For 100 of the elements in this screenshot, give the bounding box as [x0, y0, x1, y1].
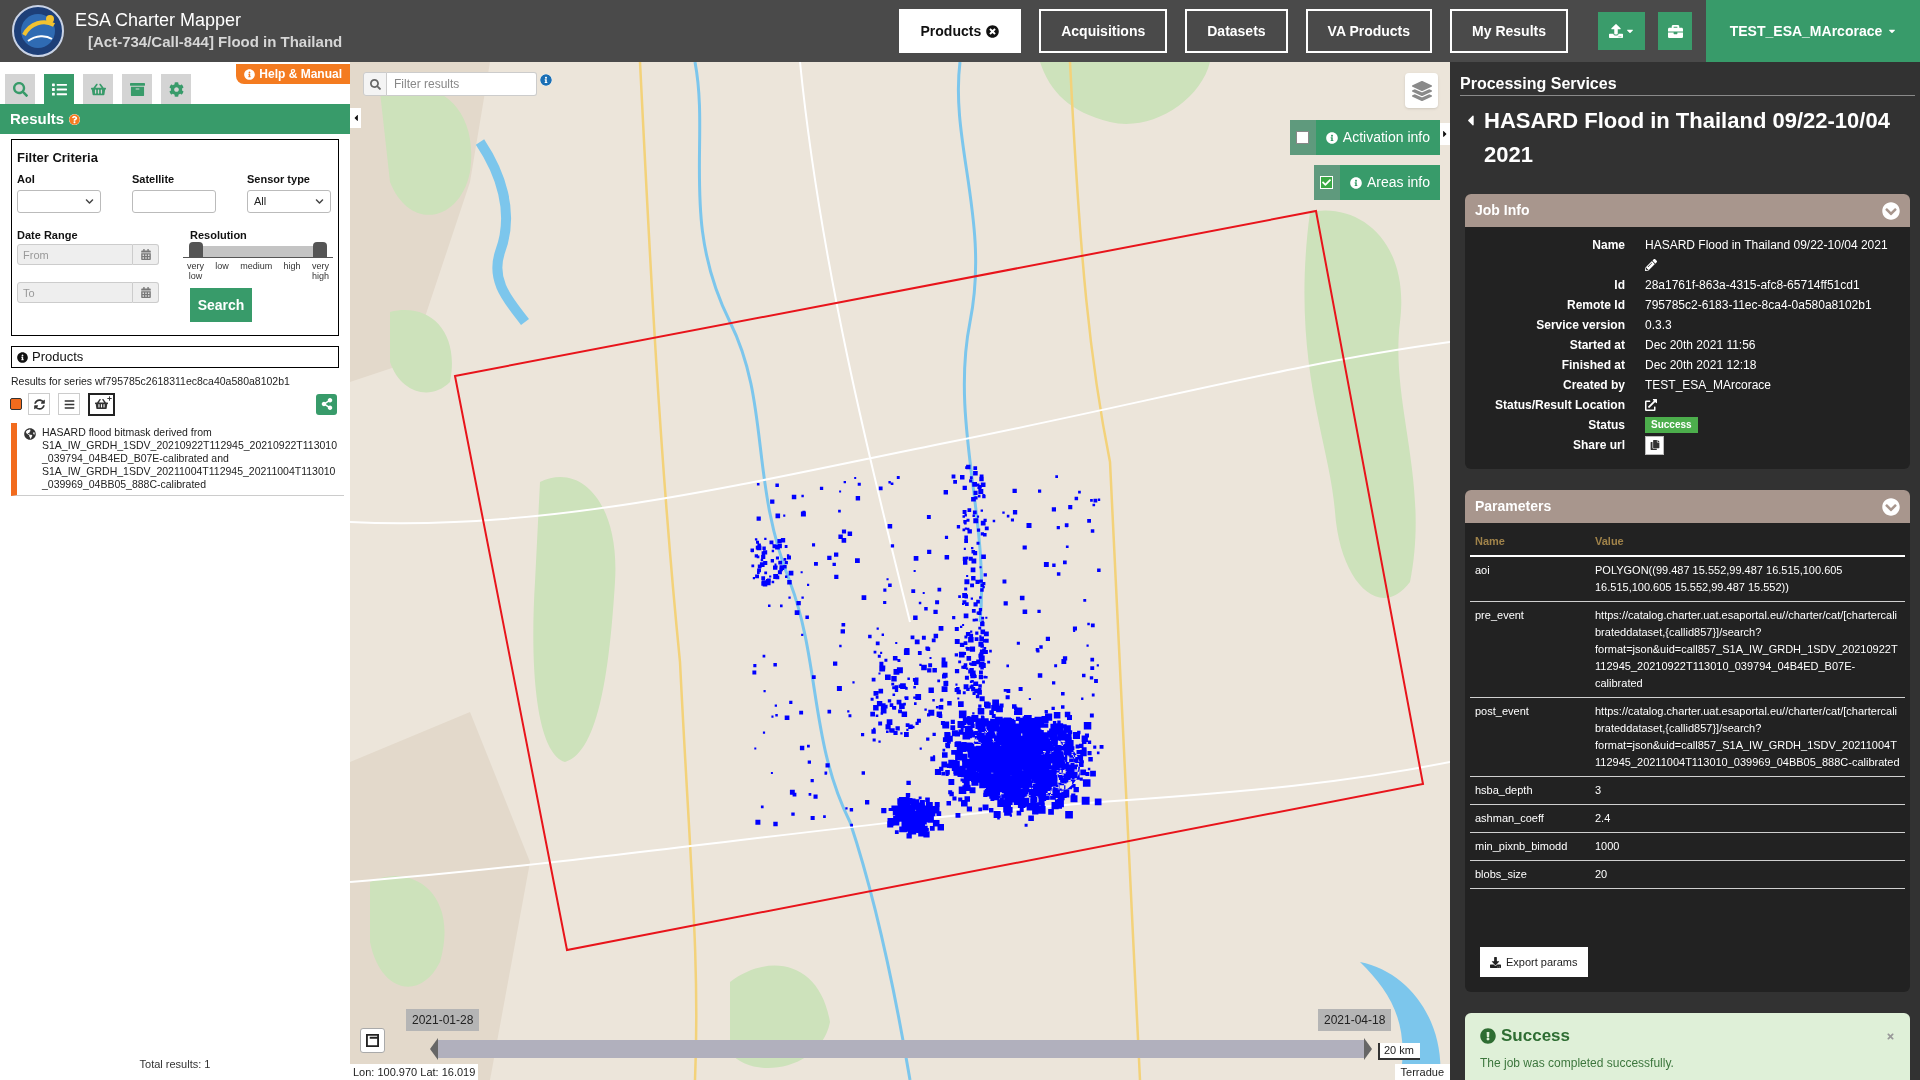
results-title: Results	[10, 108, 65, 129]
archive-tab[interactable]	[122, 74, 152, 104]
job-info-label: Started at	[1569, 337, 1625, 354]
calendar-icon	[140, 287, 151, 298]
upload-icon	[1609, 24, 1623, 38]
slider-handle[interactable]	[189, 242, 203, 257]
search-tab[interactable]	[5, 74, 35, 104]
nav-tab[interactable]: Products	[898, 9, 1022, 53]
check-icon	[1322, 178, 1332, 187]
param-value: 20	[1595, 867, 1609, 882]
param-name: post_event	[1475, 704, 1529, 719]
close-icon[interactable]	[986, 24, 1000, 38]
job-info-label: Status/Result Location	[1495, 397, 1625, 414]
chevron-down-icon[interactable]	[1882, 201, 1900, 220]
product-item[interactable]: HASARD flood bitmask derived from S1A_IW_GRDH_1SDV_20210922T112945_20210922T113010_039794_04B4ED_B07E-calibrated and S1A_IW_GRDH_1SDV_20211004T112945_20211004T113010_039969_04BB05_888C-calibrated	[11, 423, 344, 496]
card-title: Parameters	[1475, 497, 1552, 516]
param-name: aoi	[1475, 563, 1490, 578]
job-info-value: 795785c2-6183-11ec-8ca4-0a580a8102b1	[1645, 297, 1872, 314]
job-info-value: 28a1761f-863a-4315-afc8-65714ff51cd1	[1645, 277, 1860, 294]
basket-button[interactable]	[88, 392, 115, 416]
field-label: AoI	[17, 172, 35, 186]
field-label: Satellite	[132, 172, 175, 186]
info-icon	[244, 68, 256, 80]
param-name: blobs_size	[1475, 867, 1527, 882]
basket-tab[interactable]	[83, 74, 113, 104]
app-title: ESA Charter Mapper	[75, 9, 242, 31]
share-icon	[320, 398, 333, 410]
basket-icon	[95, 398, 108, 410]
layers-button[interactable]	[1405, 73, 1438, 108]
param-value: POLYGON((99.487 15.552,99.487 16.515,100.605 16.515,100.605 15.552,99.487 15.552))	[1595, 563, 1844, 595]
satellite-field[interactable]	[132, 190, 216, 213]
nav-tab[interactable]: Datasets	[1185, 9, 1288, 53]
nav-tab[interactable]: My Results	[1450, 9, 1568, 53]
calendar-button[interactable]	[133, 244, 159, 265]
list-tab[interactable]	[44, 74, 74, 104]
copy-icon	[1649, 440, 1660, 450]
share-button[interactable]	[316, 393, 337, 415]
briefcase-button[interactable]	[1658, 12, 1692, 50]
param-value: 1000	[1595, 839, 1621, 854]
timeline-slider[interactable]	[430, 1038, 1372, 1060]
draw-area-button[interactable]	[360, 1028, 385, 1053]
job-info-value: HASARD Flood in Thailand 09/22-10/04 2021	[1645, 237, 1888, 254]
frame-icon	[366, 1034, 379, 1047]
sensor-type-select[interactable]: All	[247, 190, 331, 213]
info-icon	[17, 351, 28, 363]
resolution-slider[interactable]	[183, 242, 333, 258]
export-params-button[interactable]: Export params	[1480, 947, 1588, 977]
collapse-right-button[interactable]	[1440, 123, 1450, 145]
pencil-icon[interactable]	[1645, 259, 1657, 271]
info-icon	[1349, 176, 1362, 189]
timeline-start-label: 2021-01-28	[406, 1009, 480, 1031]
help-icon[interactable]	[69, 113, 81, 125]
checkbox[interactable]	[1296, 131, 1310, 144]
timeline-end-label: 2021-04-18	[1318, 1009, 1392, 1031]
basket-icon	[90, 81, 106, 97]
map-attribution: Terradue	[1394, 1064, 1450, 1080]
card-title: Job Info	[1475, 201, 1530, 220]
list-icon	[63, 398, 75, 410]
upload-button[interactable]	[1598, 12, 1645, 50]
param-name: hsba_depth	[1475, 783, 1533, 798]
products-title: Products	[32, 348, 84, 367]
nav-tab[interactable]: Acquisitions	[1039, 9, 1168, 53]
list-button[interactable]	[58, 393, 80, 415]
refresh-button[interactable]	[28, 393, 50, 415]
job-info-value: Dec 20th 2021 12:18	[1645, 357, 1757, 374]
alert-icon	[1480, 1028, 1496, 1044]
job-title: HASARD Flood in Thailand 09/22-10/04 2021	[1484, 107, 1891, 169]
copy-button[interactable]	[1645, 435, 1664, 455]
job-info-label: Created by	[1562, 377, 1625, 394]
param-name: min_pixnb_bimodd	[1475, 839, 1568, 854]
date-to-field[interactable]: To	[17, 282, 133, 303]
collapse-left-button[interactable]	[350, 108, 361, 128]
settings-tab[interactable]	[161, 74, 191, 104]
gear-icon	[168, 81, 184, 97]
calendar-button[interactable]	[133, 282, 159, 303]
tick-label: medium	[240, 261, 273, 271]
job-info-label: Status	[1588, 417, 1625, 434]
external-link-icon[interactable]	[1645, 399, 1657, 411]
cursor-coordinates: Lon: 100.970 Lat: 16.019	[350, 1064, 479, 1080]
date-from-field[interactable]: From	[17, 244, 133, 265]
swatch-icon[interactable]	[10, 398, 22, 410]
tick-label: very high	[311, 261, 329, 281]
tick-label: high	[283, 261, 301, 271]
chevron-down-icon[interactable]	[1882, 497, 1900, 516]
slider-handle[interactable]	[313, 242, 327, 257]
job-info-label: Remote Id	[1567, 297, 1625, 314]
briefcase-icon	[1667, 23, 1683, 39]
chevron-down-icon	[315, 197, 324, 206]
list-icon	[51, 81, 67, 97]
param-value: 2.4	[1595, 811, 1612, 826]
total-results: Total results: 1	[139, 1056, 211, 1072]
download-icon	[1490, 956, 1501, 968]
nav-tab[interactable]: VA Products	[1305, 9, 1433, 53]
calendar-icon	[140, 249, 151, 260]
filter-results-field[interactable]: Filter results	[387, 72, 537, 96]
logo-icon	[12, 5, 64, 57]
param-value: 3	[1595, 783, 1603, 798]
param-value: https://catalog.charter.uat.esaportal.eu//charter/cat/[chartercalibrateddataset,{callid857}]/search?format=json&uid=call857_S1A_IW_GRDH_1SDV_20210922T112945_20210922T113010_039794_04B4ED_B07E-calibrated	[1595, 608, 1899, 691]
job-info-value: 0.3.3	[1645, 317, 1672, 334]
chevron-down-icon	[85, 197, 94, 206]
